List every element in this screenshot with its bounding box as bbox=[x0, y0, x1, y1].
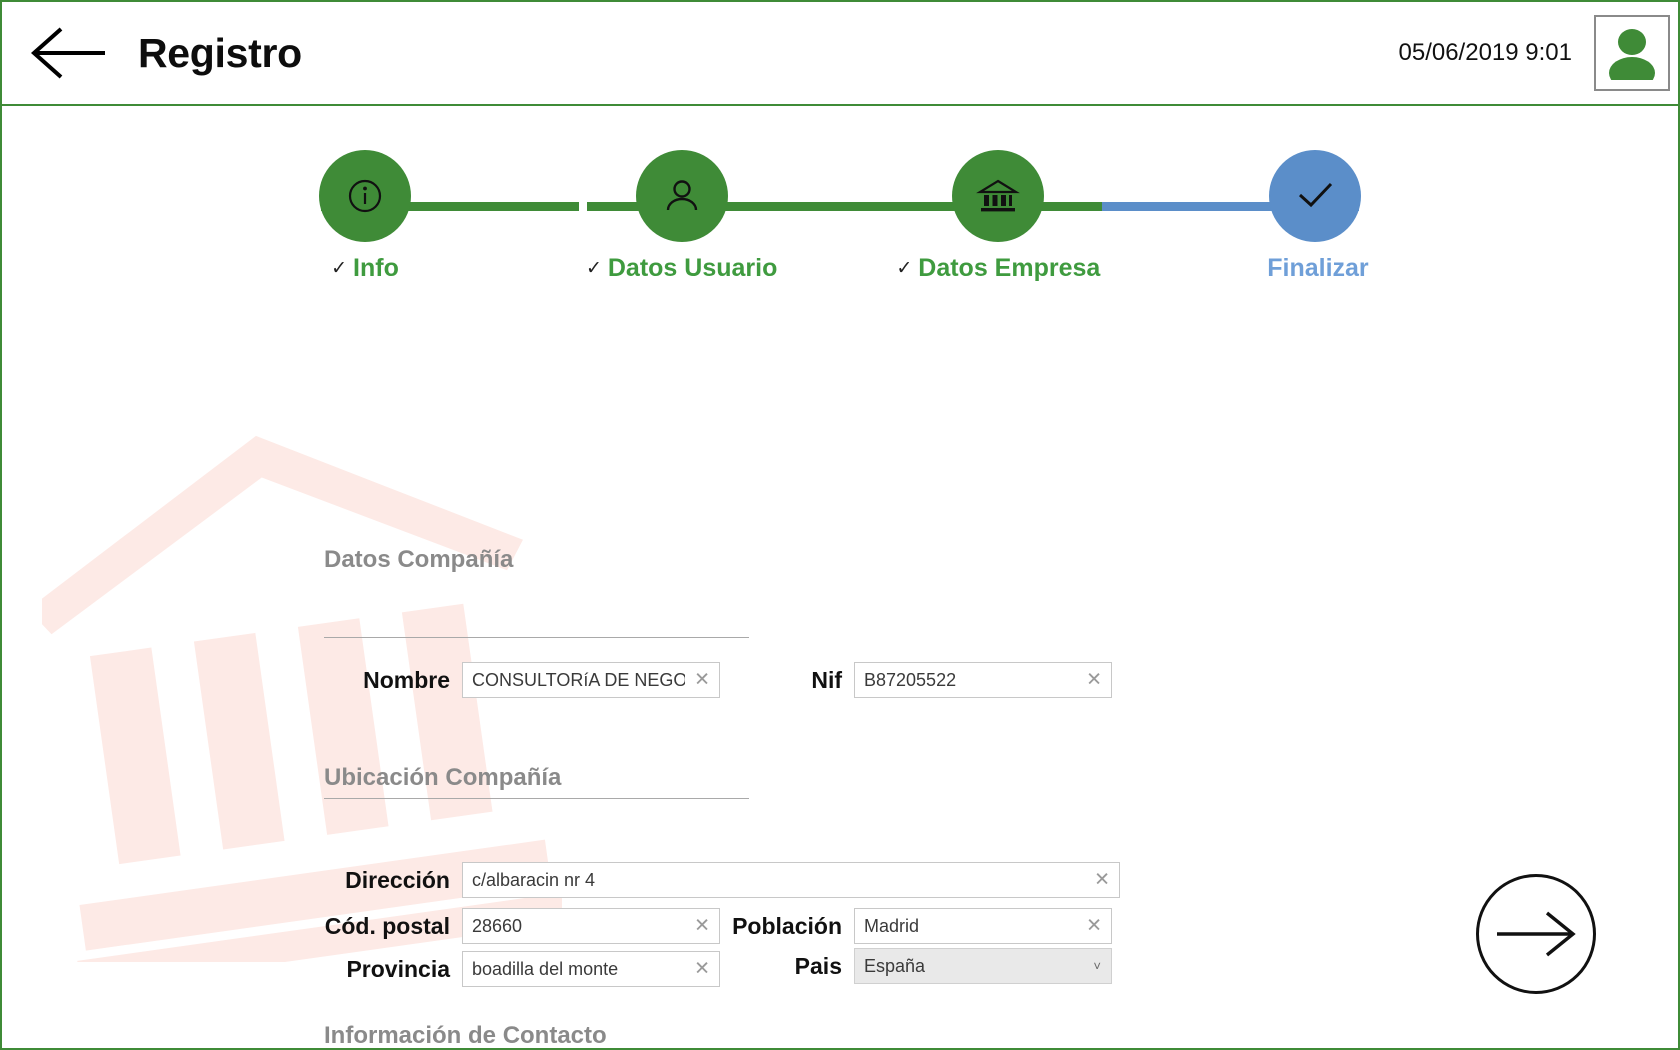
stepper-label-row-datos-usuario: ✓ Datos Usuario bbox=[586, 254, 777, 283]
stepper-check-datos-usuario: ✓ bbox=[585, 258, 602, 279]
field-label-provincia: Provincia bbox=[346, 955, 450, 982]
stepper-bubble-datos-usuario bbox=[635, 150, 728, 242]
user-avatar-icon bbox=[1609, 29, 1655, 80]
field-label-direccion: Dirección bbox=[345, 866, 450, 893]
avatar[interactable] bbox=[1594, 15, 1670, 91]
stepper-label-datos-empresa: Datos Empresa bbox=[918, 254, 1101, 282]
field-label-nif: Nif bbox=[811, 666, 842, 693]
field-label-pais: Pais bbox=[794, 952, 842, 979]
field-label-nombre: Nombre bbox=[363, 666, 450, 693]
section-title-datos-compania: Datos Compañía bbox=[324, 546, 514, 573]
stepper-label-row-datos-empresa: ✓ Datos Empresa bbox=[896, 254, 1100, 283]
stepper-item-datos-usuario[interactable]: ✓ Datos Usuario bbox=[586, 150, 777, 300]
stepper-item-info[interactable]: ✓ Info bbox=[275, 150, 455, 300]
field-pais: Pais España ˅ bbox=[602, 948, 1112, 984]
stepper-bubble-info bbox=[319, 150, 411, 242]
field-poblacion: Población Madrid ✕ bbox=[602, 908, 1112, 944]
progress-stepper: ✓ Info ✓ Datos Usuario ✓ Datos Empresa F… bbox=[275, 150, 1405, 300]
arrow-right-icon bbox=[1497, 911, 1576, 957]
stepper-item-datos-empresa[interactable]: ✓ Datos Empresa bbox=[896, 150, 1100, 300]
stepper-bubble-finalizar bbox=[1268, 150, 1361, 242]
field-label-cod-postal: Cód. postal bbox=[324, 912, 450, 939]
datetime-display: 05/06/2019 9:01 bbox=[1398, 39, 1573, 66]
section-rule-ubicacion-compania bbox=[324, 798, 749, 799]
direccion-input-value: c/albaracin nr 4 bbox=[472, 869, 596, 890]
direccion-input[interactable]: c/albaracin nr 4 ✕ bbox=[462, 862, 1120, 898]
poblacion-input[interactable]: Madrid ✕ bbox=[854, 908, 1112, 944]
nif-input[interactable]: B87205522 ✕ bbox=[854, 662, 1112, 698]
field-direccion: Dirección c/albaracin nr 4 ✕ bbox=[102, 862, 1120, 898]
direccion-clear-icon[interactable]: ✕ bbox=[1094, 871, 1110, 890]
stepper-check-info: ✓ bbox=[331, 258, 348, 279]
page-title: Registro bbox=[138, 29, 302, 76]
section-title-ubicacion-compania: Ubicación Compañía bbox=[324, 764, 562, 791]
bank-icon bbox=[976, 179, 1021, 212]
app-header: Registro 05/06/2019 9:01 bbox=[2, 2, 1678, 106]
next-button[interactable] bbox=[1476, 874, 1596, 994]
stepper-label-row-info: ✓ Info bbox=[331, 254, 399, 283]
stepper-label-datos-usuario: Datos Usuario bbox=[607, 254, 778, 282]
chevron-down-icon[interactable]: ˅ bbox=[1093, 960, 1101, 973]
header-right-group: 05/06/2019 9:01 bbox=[1399, 15, 1679, 91]
section-title-informacion-contacto: Información de Contacto bbox=[324, 1022, 607, 1049]
back-button[interactable] bbox=[24, 23, 110, 83]
pais-select[interactable]: España ˅ bbox=[854, 948, 1112, 984]
pais-select-value: España bbox=[864, 955, 926, 976]
provincia-input-value: boadilla del monte bbox=[472, 958, 619, 979]
check-icon bbox=[1298, 182, 1333, 208]
stepper-label-info: Info bbox=[353, 254, 399, 282]
info-circle-icon bbox=[348, 179, 382, 213]
stepper-check-datos-empresa: ✓ bbox=[896, 258, 913, 279]
stepper-label-row-finalizar: Finalizar bbox=[1261, 254, 1368, 283]
poblacion-input-value: Madrid bbox=[864, 915, 920, 936]
nif-input-value: B87205522 bbox=[864, 669, 957, 690]
person-icon bbox=[666, 180, 697, 211]
nif-clear-icon[interactable]: ✕ bbox=[1086, 671, 1102, 690]
section-rule-datos-compania bbox=[324, 637, 749, 638]
stepper-bubble-datos-empresa bbox=[952, 150, 1045, 242]
field-label-poblacion: Población bbox=[732, 912, 842, 939]
stepper-item-finalizar[interactable]: Finalizar bbox=[1225, 150, 1405, 300]
field-nif: Nif B87205522 ✕ bbox=[602, 662, 1112, 698]
poblacion-clear-icon[interactable]: ✕ bbox=[1086, 917, 1102, 936]
stepper-items: ✓ Info ✓ Datos Usuario ✓ Datos Empresa F… bbox=[275, 150, 1405, 300]
registration-screen: Registro 05/06/2019 9:01 ✓ Info ✓ Datos … bbox=[0, 0, 1680, 1050]
arrow-left-icon bbox=[30, 27, 105, 79]
stepper-label-finalizar: Finalizar bbox=[1267, 254, 1369, 282]
cod-postal-input-value: 28660 bbox=[472, 915, 523, 936]
